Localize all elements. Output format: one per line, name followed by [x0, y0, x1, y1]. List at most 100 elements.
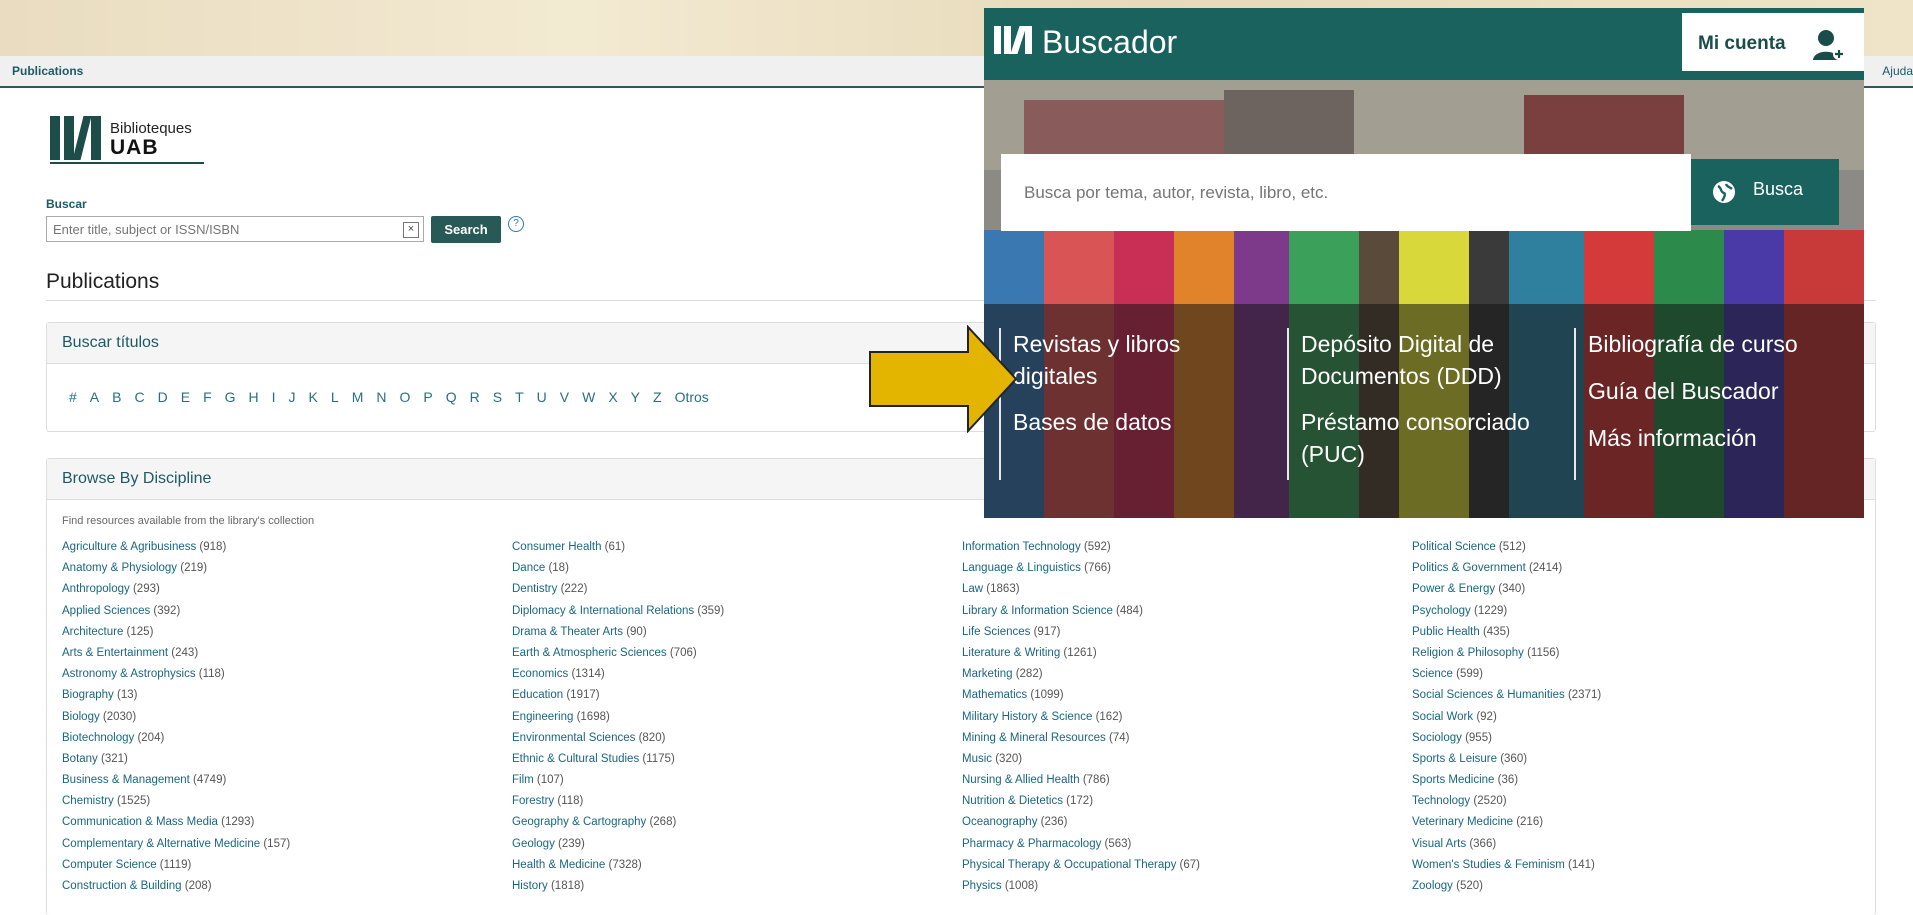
discipline-link[interactable]: Nutrition & Dietetics: [962, 795, 1063, 807]
discipline-link[interactable]: Literature & Writing: [962, 647, 1060, 659]
letter-link[interactable]: W: [582, 389, 595, 405]
letter-link[interactable]: Q: [446, 389, 457, 405]
discipline-item[interactable]: Ethnic & Cultural Studies (1175): [512, 753, 952, 774]
discipline-item[interactable]: History (1818): [512, 880, 952, 901]
discipline-item[interactable]: Sports Medicine (36): [1412, 774, 1852, 795]
discipline-link[interactable]: Public Health: [1412, 626, 1480, 638]
discipline-link[interactable]: Anatomy & Physiology: [62, 562, 177, 574]
discipline-link[interactable]: Health & Medicine: [512, 859, 605, 871]
discipline-item[interactable]: Social Sciences & Humanities (2371): [1412, 689, 1852, 710]
discipline-item[interactable]: Health & Medicine (7328): [512, 859, 952, 880]
discipline-item[interactable]: Drama & Theater Arts (90): [512, 626, 952, 647]
discipline-link[interactable]: Botany: [62, 753, 98, 765]
discipline-item[interactable]: Library & Information Science (484): [962, 605, 1402, 626]
discipline-link[interactable]: Dance: [512, 562, 545, 574]
discipline-item[interactable]: Communication & Mass Media (1293): [62, 816, 502, 837]
my-account-button[interactable]: Mi cuenta: [1682, 13, 1864, 71]
discipline-link[interactable]: Biotechnology: [62, 732, 134, 744]
discipline-link[interactable]: Education: [512, 689, 563, 701]
discipline-item[interactable]: Anthropology (293): [62, 583, 502, 604]
discipline-link[interactable]: Dentistry: [512, 583, 557, 595]
letter-link[interactable]: Otros: [675, 389, 709, 405]
discipline-item[interactable]: Mining & Mineral Resources (74): [962, 732, 1402, 753]
discipline-item[interactable]: Dance (18): [512, 562, 952, 583]
discipline-item[interactable]: Agriculture & Agribusiness (918): [62, 541, 502, 562]
discipline-link[interactable]: Chemistry: [62, 795, 114, 807]
discipline-item[interactable]: Geology (239): [512, 838, 952, 859]
letter-link[interactable]: N: [376, 389, 386, 405]
clear-icon[interactable]: ×: [403, 222, 419, 238]
discipline-item[interactable]: Veterinary Medicine (216): [1412, 816, 1852, 837]
letter-link[interactable]: C: [134, 389, 144, 405]
discipline-link[interactable]: Social Sciences & Humanities: [1412, 689, 1565, 701]
discipline-item[interactable]: Zoology (520): [1412, 880, 1852, 901]
discipline-item[interactable]: Diplomacy & International Relations (359…: [512, 605, 952, 626]
letter-link[interactable]: J: [289, 389, 296, 405]
discipline-item[interactable]: Visual Arts (366): [1412, 838, 1852, 859]
letter-link[interactable]: P: [423, 389, 432, 405]
search-input[interactable]: [47, 217, 389, 241]
discipline-item[interactable]: Complementary & Alternative Medicine (15…: [62, 838, 502, 859]
discipline-link[interactable]: Architecture: [62, 626, 123, 638]
discipline-link[interactable]: Consumer Health: [512, 541, 601, 553]
discipline-link[interactable]: Construction & Building: [62, 880, 182, 892]
discipline-link[interactable]: Agriculture & Agribusiness: [62, 541, 196, 553]
discipline-link[interactable]: Geology: [512, 838, 555, 850]
discipline-item[interactable]: Arts & Entertainment (243): [62, 647, 502, 668]
letter-link[interactable]: B: [112, 389, 121, 405]
letter-link[interactable]: V: [560, 389, 569, 405]
discipline-item[interactable]: Power & Energy (340): [1412, 583, 1852, 604]
discipline-link[interactable]: Library & Information Science: [962, 605, 1113, 617]
discipline-item[interactable]: Religion & Philosophy (1156): [1412, 647, 1852, 668]
discipline-item[interactable]: Architecture (125): [62, 626, 502, 647]
discipline-link[interactable]: Veterinary Medicine: [1412, 816, 1513, 828]
discipline-item[interactable]: Sociology (955): [1412, 732, 1852, 753]
link-bibliografia[interactable]: Bibliografía de curso: [1588, 328, 1828, 360]
letter-link[interactable]: L: [331, 389, 339, 405]
discipline-link[interactable]: Mining & Mineral Resources: [962, 732, 1106, 744]
link-ddd[interactable]: Depósito Digital de Documentos (DDD): [1301, 328, 1531, 392]
discipline-link[interactable]: Applied Sciences: [62, 605, 150, 617]
discipline-link[interactable]: Diplomacy & International Relations: [512, 605, 694, 617]
discipline-link[interactable]: Complementary & Alternative Medicine: [62, 838, 260, 850]
discipline-item[interactable]: Earth & Atmospheric Sciences (706): [512, 647, 952, 668]
discipline-item[interactable]: Engineering (1698): [512, 711, 952, 732]
buscador-search-button[interactable]: Busca: [1691, 159, 1839, 225]
discipline-item[interactable]: Geography & Cartography (268): [512, 816, 952, 837]
letter-link[interactable]: M: [352, 389, 364, 405]
letter-link[interactable]: E: [181, 389, 190, 405]
discipline-link[interactable]: Earth & Atmospheric Sciences: [512, 647, 667, 659]
letter-link[interactable]: I: [272, 389, 276, 405]
discipline-item[interactable]: Science (599): [1412, 668, 1852, 689]
discipline-item[interactable]: Consumer Health (61): [512, 541, 952, 562]
discipline-item[interactable]: Pharmacy & Pharmacology (563): [962, 838, 1402, 859]
nav-publications-link[interactable]: Publications: [12, 64, 83, 78]
discipline-link[interactable]: Economics: [512, 668, 568, 680]
discipline-link[interactable]: Communication & Mass Media: [62, 816, 218, 828]
discipline-link[interactable]: Oceanography: [962, 816, 1037, 828]
discipline-link[interactable]: Language & Linguistics: [962, 562, 1081, 574]
discipline-item[interactable]: Biology (2030): [62, 711, 502, 732]
discipline-item[interactable]: Mathematics (1099): [962, 689, 1402, 710]
letter-link[interactable]: D: [158, 389, 168, 405]
letter-link[interactable]: F: [203, 389, 212, 405]
link-guia[interactable]: Guía del Buscador: [1588, 375, 1828, 407]
discipline-link[interactable]: Ethnic & Cultural Studies: [512, 753, 639, 765]
discipline-link[interactable]: Physics: [962, 880, 1002, 892]
discipline-link[interactable]: Zoology: [1412, 880, 1453, 892]
discipline-item[interactable]: Military History & Science (162): [962, 711, 1402, 732]
discipline-link[interactable]: Engineering: [512, 711, 573, 723]
discipline-item[interactable]: Women's Studies & Feminism (141): [1412, 859, 1852, 880]
letter-link[interactable]: R: [470, 389, 480, 405]
discipline-item[interactable]: Construction & Building (208): [62, 880, 502, 901]
discipline-item[interactable]: Psychology (1229): [1412, 605, 1852, 626]
letter-link[interactable]: X: [608, 389, 617, 405]
discipline-link[interactable]: Marketing: [962, 668, 1013, 680]
discipline-link[interactable]: Religion & Philosophy: [1412, 647, 1524, 659]
discipline-item[interactable]: Film (107): [512, 774, 952, 795]
link-mas-info[interactable]: Más información: [1588, 422, 1828, 454]
search-button[interactable]: Search: [431, 216, 501, 243]
discipline-item[interactable]: Business & Management (4749): [62, 774, 502, 795]
letter-link[interactable]: A: [90, 389, 99, 405]
discipline-link[interactable]: Science: [1412, 668, 1453, 680]
